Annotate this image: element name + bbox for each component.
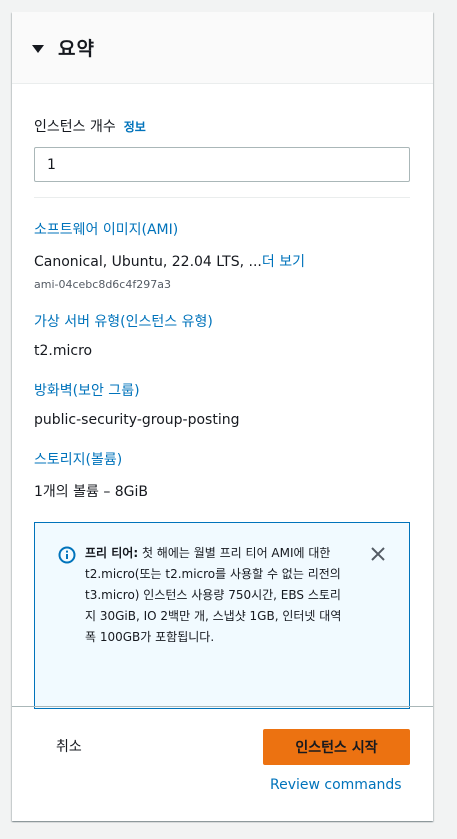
storage-section: 스토리지(볼륨) 1개의 볼륨 – 8GiB: [34, 449, 411, 501]
ami-value: Canonical, Ubuntu, 22.04 LTS, ...더 보기: [34, 251, 411, 271]
free-tier-body: 첫 해에는 월별 프리 티어 AMI에 대한 t2.micro(또는 t2.mi…: [85, 546, 342, 644]
close-icon[interactable]: [369, 545, 387, 563]
footer-divider: [12, 706, 433, 707]
summary-panel: 요약 인스턴스 개수 정보 소프트웨어 이미지(AMI) Canonical, …: [12, 12, 433, 821]
info-link[interactable]: 정보: [124, 118, 146, 135]
instance-count-label-row: 인스턴스 개수 정보: [34, 116, 411, 136]
info-circle-icon: [58, 546, 76, 564]
security-group-value: public-security-group-posting: [34, 412, 240, 428]
review-commands-link[interactable]: Review commands: [270, 777, 402, 793]
instance-count-label: 인스턴스 개수: [34, 119, 116, 135]
ami-name: Canonical, Ubuntu, 22.04 LTS, ...: [34, 254, 262, 270]
summary-body: 인스턴스 개수 정보 소프트웨어 이미지(AMI) Canonical, Ubu…: [12, 116, 433, 709]
instance-type-value: t2.micro: [34, 343, 93, 359]
ami-section: 소프트웨어 이미지(AMI) Canonical, Ubuntu, 22.04 …: [34, 219, 411, 291]
free-tier-label: 프리 티어:: [85, 546, 139, 560]
summary-header[interactable]: 요약: [12, 12, 433, 84]
more-link[interactable]: 더 보기: [262, 254, 305, 270]
free-tier-text: 프리 티어: 첫 해에는 월별 프리 티어 AMI에 대한 t2.micro(또…: [85, 543, 349, 648]
free-tier-alert: 프리 티어: 첫 해에는 월별 프리 티어 AMI에 대한 t2.micro(또…: [34, 522, 410, 709]
ami-title-link[interactable]: 소프트웨어 이미지(AMI): [34, 219, 411, 239]
security-group-section: 방화벽(보안 그룹) public-security-group-posting: [34, 380, 411, 428]
storage-title-link[interactable]: 스토리지(볼륨): [34, 449, 411, 469]
cancel-button[interactable]: 취소: [56, 736, 82, 756]
panel-title: 요약: [58, 38, 95, 60]
ami-id: ami-04cebc8d6c4f297a3: [34, 278, 171, 291]
divider: [34, 197, 410, 198]
instance-type-title-link[interactable]: 가상 서버 유형(인스턴스 유형): [34, 311, 411, 331]
launch-instance-button[interactable]: 인스턴스 시작: [263, 729, 410, 765]
instance-type-section: 가상 서버 유형(인스턴스 유형) t2.micro: [34, 311, 411, 359]
security-group-title-link[interactable]: 방화벽(보안 그룹): [34, 380, 411, 400]
storage-value: 1개의 볼륨 – 8GiB: [34, 484, 149, 500]
instance-count-input[interactable]: [34, 147, 410, 182]
caret-down-icon[interactable]: [32, 44, 44, 53]
